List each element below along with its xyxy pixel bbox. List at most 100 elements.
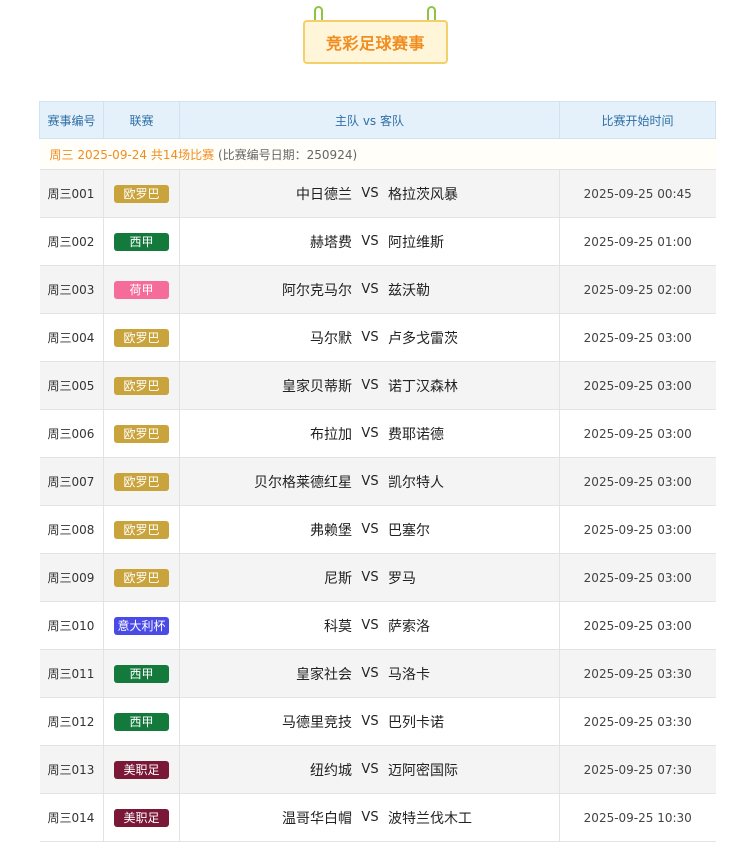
vs-label: VS (361, 378, 379, 393)
league-cell: 西甲 (103, 217, 180, 266)
match-no: 周三001 (39, 169, 104, 218)
league-badge[interactable]: 欧罗巴 (114, 424, 169, 443)
league-cell: 欧罗巴 (103, 313, 180, 362)
league-badge[interactable]: 欧罗巴 (114, 568, 169, 587)
league-badge[interactable]: 欧罗巴 (114, 520, 169, 539)
away-team[interactable]: 阿拉维斯 (388, 232, 559, 252)
match-no: 周三012 (39, 697, 104, 746)
table-row[interactable]: 周三012 西甲 马德里竞技 VS 巴列卡诺 2025-09-25 03:30 (39, 697, 716, 746)
league-cell: 欧罗巴 (103, 169, 180, 218)
teams-cell: 纽约城 VS 迈阿密国际 (179, 745, 560, 794)
vs-label: VS (361, 282, 379, 297)
match-time: 2025-09-25 03:00 (559, 505, 716, 554)
league-badge[interactable]: 欧罗巴 (114, 184, 169, 203)
away-team[interactable]: 诺丁汉森林 (388, 376, 559, 396)
table-row[interactable]: 周三013 美职足 纽约城 VS 迈阿密国际 2025-09-25 07:30 (39, 745, 716, 794)
match-time: 2025-09-25 07:30 (559, 745, 716, 794)
page: 竞彩足球赛事 赛事编号 联赛 主队 vs 客队 比赛开始时间 周三 2025-0… (0, 0, 755, 863)
home-team[interactable]: 马尔默 (180, 328, 352, 348)
teams-cell: 温哥华白帽 VS 波特兰伐木工 (179, 793, 560, 842)
home-team[interactable]: 阿尔克马尔 (180, 280, 352, 300)
home-team[interactable]: 马德里竞技 (180, 712, 352, 732)
away-team[interactable]: 巴列卡诺 (388, 712, 559, 732)
match-no: 周三008 (39, 505, 104, 554)
date-main: 周三 2025-09-24 共14场比赛 (49, 147, 215, 162)
home-team[interactable]: 弗赖堡 (180, 520, 352, 540)
date-sub: (比赛编号日期：250924) (217, 147, 358, 162)
match-no: 周三010 (39, 601, 104, 650)
home-team[interactable]: 皇家社会 (180, 664, 352, 684)
away-team[interactable]: 格拉茨风暴 (388, 184, 559, 204)
home-team[interactable]: 贝尔格莱德红星 (180, 472, 352, 492)
league-cell: 欧罗巴 (103, 553, 180, 602)
match-no: 周三014 (39, 793, 104, 842)
league-cell: 欧罗巴 (103, 409, 180, 458)
away-team[interactable]: 罗马 (388, 568, 559, 588)
table-row[interactable]: 周三011 西甲 皇家社会 VS 马洛卡 2025-09-25 03:30 (39, 649, 716, 698)
match-time: 2025-09-25 03:00 (559, 313, 716, 362)
table-row[interactable]: 周三007 欧罗巴 贝尔格莱德红星 VS 凯尔特人 2025-09-25 03:00 (39, 457, 716, 506)
table-row[interactable]: 周三009 欧罗巴 尼斯 VS 罗马 2025-09-25 03:00 (39, 553, 716, 602)
home-team[interactable]: 中日德兰 (180, 184, 352, 204)
home-team[interactable]: 赫塔费 (180, 232, 352, 252)
away-team[interactable]: 卢多戈雷茨 (388, 328, 559, 348)
league-cell: 美职足 (103, 793, 180, 842)
table-row[interactable]: 周三006 欧罗巴 布拉加 VS 费耶诺德 2025-09-25 03:00 (39, 409, 716, 458)
league-badge[interactable]: 西甲 (114, 232, 169, 251)
away-team[interactable]: 费耶诺德 (388, 424, 559, 444)
table-row[interactable]: 周三014 美职足 温哥华白帽 VS 波特兰伐木工 2025-09-25 10:30 (39, 793, 716, 842)
vs-label: VS (361, 666, 379, 681)
table-row[interactable]: 周三008 欧罗巴 弗赖堡 VS 巴塞尔 2025-09-25 03:00 (39, 505, 716, 554)
away-team[interactable]: 迈阿密国际 (388, 760, 559, 780)
vs-label: VS (361, 714, 379, 729)
league-badge[interactable]: 西甲 (114, 664, 169, 683)
table-row[interactable]: 周三004 欧罗巴 马尔默 VS 卢多戈雷茨 2025-09-25 03:00 (39, 313, 716, 362)
vs-label: VS (361, 570, 379, 585)
league-cell: 意大利杯 (103, 601, 180, 650)
league-cell: 欧罗巴 (103, 457, 180, 506)
away-team[interactable]: 巴塞尔 (388, 520, 559, 540)
table-row[interactable]: 周三001 欧罗巴 中日德兰 VS 格拉茨风暴 2025-09-25 00:45 (39, 169, 716, 218)
league-badge[interactable]: 欧罗巴 (114, 376, 169, 395)
league-badge[interactable]: 荷甲 (114, 280, 169, 299)
match-no: 周三013 (39, 745, 104, 794)
league-badge[interactable]: 欧罗巴 (114, 472, 169, 491)
league-badge[interactable]: 意大利杯 (114, 616, 169, 635)
league-badge[interactable]: 美职足 (114, 808, 169, 827)
match-no: 周三002 (39, 217, 104, 266)
away-team[interactable]: 马洛卡 (388, 664, 559, 684)
away-team[interactable]: 凯尔特人 (388, 472, 559, 492)
match-no: 周三003 (39, 265, 104, 314)
match-no: 周三007 (39, 457, 104, 506)
teams-cell: 尼斯 VS 罗马 (179, 553, 560, 602)
home-team[interactable]: 温哥华白帽 (180, 808, 352, 828)
match-table: 赛事编号 联赛 主队 vs 客队 比赛开始时间 周三 2025-09-24 共1… (39, 101, 716, 842)
teams-cell: 阿尔克马尔 VS 兹沃勒 (179, 265, 560, 314)
league-cell: 欧罗巴 (103, 361, 180, 410)
away-team[interactable]: 波特兰伐木工 (388, 808, 559, 828)
home-team[interactable]: 布拉加 (180, 424, 352, 444)
title-badge: 竞彩足球赛事 (303, 6, 448, 64)
header-teams: 主队 vs 客队 (179, 101, 560, 139)
league-badge[interactable]: 美职足 (114, 760, 169, 779)
match-no: 周三006 (39, 409, 104, 458)
home-team[interactable]: 科莫 (180, 616, 352, 636)
match-time: 2025-09-25 03:00 (559, 457, 716, 506)
away-team[interactable]: 萨索洛 (388, 616, 559, 636)
match-no: 周三011 (39, 649, 104, 698)
match-time: 2025-09-25 03:00 (559, 409, 716, 458)
away-team[interactable]: 兹沃勒 (388, 280, 559, 300)
table-row[interactable]: 周三005 欧罗巴 皇家贝蒂斯 VS 诺丁汉森林 2025-09-25 03:00 (39, 361, 716, 410)
home-team[interactable]: 皇家贝蒂斯 (180, 376, 352, 396)
table-row[interactable]: 周三002 西甲 赫塔费 VS 阿拉维斯 2025-09-25 01:00 (39, 217, 716, 266)
vs-label: VS (361, 186, 379, 201)
teams-cell: 贝尔格莱德红星 VS 凯尔特人 (179, 457, 560, 506)
home-team[interactable]: 纽约城 (180, 760, 352, 780)
table-row[interactable]: 周三010 意大利杯 科莫 VS 萨索洛 2025-09-25 03:00 (39, 601, 716, 650)
home-team[interactable]: 尼斯 (180, 568, 352, 588)
table-row[interactable]: 周三003 荷甲 阿尔克马尔 VS 兹沃勒 2025-09-25 02:00 (39, 265, 716, 314)
league-badge[interactable]: 西甲 (114, 712, 169, 731)
teams-cell: 弗赖堡 VS 巴塞尔 (179, 505, 560, 554)
league-badge[interactable]: 欧罗巴 (114, 328, 169, 347)
vs-label: VS (361, 618, 379, 633)
